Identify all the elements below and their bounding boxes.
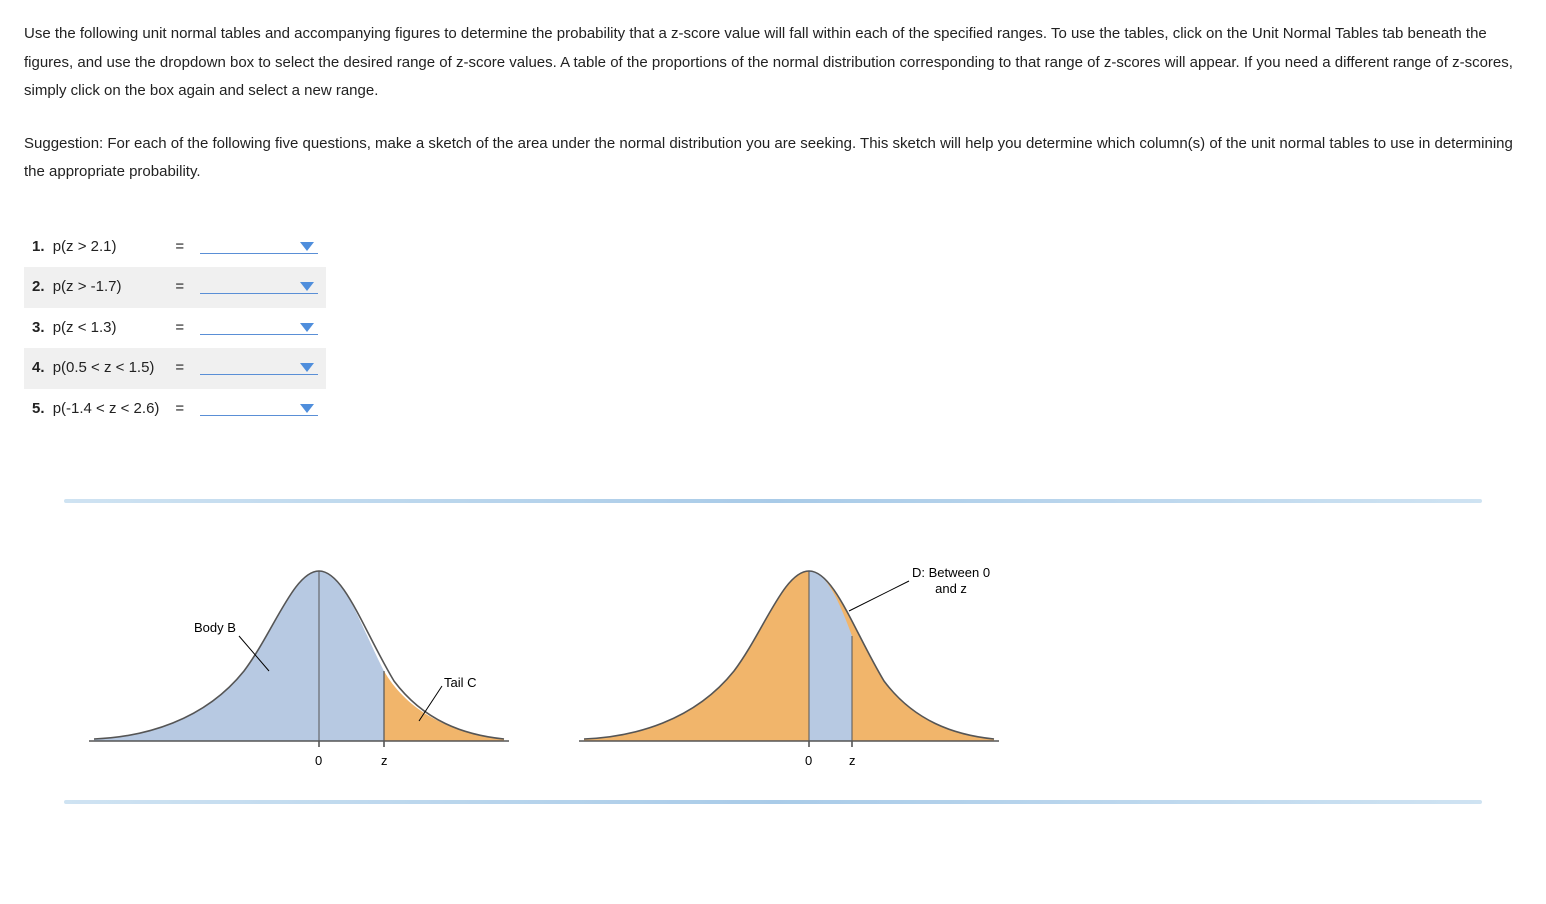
between-d-label-line2: and z — [912, 581, 990, 597]
figures-section: Body B Tail C 0 z — [24, 499, 1522, 804]
body-b-label: Body B — [194, 616, 236, 641]
answer-dropdown-2[interactable] — [200, 282, 318, 294]
between-d-label-line1: D: Between 0 — [912, 565, 990, 580]
question-expression: p(0.5 < z < 1.5) — [53, 359, 155, 376]
question-expression: p(-1.4 < z < 2.6) — [53, 400, 160, 417]
equals-sign: = — [167, 389, 192, 430]
question-row-5: 5. p(-1.4 < z < 2.6) = — [24, 389, 326, 430]
question-row-3: 3. p(z < 1.3) = — [24, 308, 326, 349]
intro-paragraph-2: Suggestion: For each of the following fi… — [24, 130, 1522, 187]
axis-zero-label: 0 — [315, 749, 322, 774]
chevron-down-icon — [300, 363, 314, 372]
equals-sign: = — [167, 308, 192, 349]
question-number: 2. — [32, 278, 49, 295]
question-row-1: 1. p(z > 2.1) = — [24, 227, 326, 268]
questions-table: 1. p(z > 2.1) = 2. p(z > -1.7) = 3. p(z … — [24, 227, 326, 430]
tail-c-label: Tail C — [444, 671, 477, 696]
question-number: 5. — [32, 400, 49, 417]
question-number: 3. — [32, 319, 49, 336]
question-number: 1. — [32, 238, 49, 255]
equals-sign: = — [167, 267, 192, 308]
normal-curve-figure-2 — [574, 521, 1004, 771]
question-expression: p(z > -1.7) — [53, 278, 122, 295]
chevron-down-icon — [300, 404, 314, 413]
question-expression: p(z < 1.3) — [53, 319, 117, 336]
normal-curve-figure-1 — [84, 521, 514, 771]
equals-sign: = — [167, 227, 192, 268]
chevron-down-icon — [300, 282, 314, 291]
chevron-down-icon — [300, 323, 314, 332]
figure-between: D: Between 0 and z 0 z — [574, 521, 1004, 782]
question-expression: p(z > 2.1) — [53, 238, 117, 255]
chevron-down-icon — [300, 242, 314, 251]
question-number: 4. — [32, 359, 49, 376]
answer-dropdown-3[interactable] — [200, 323, 318, 335]
answer-dropdown-5[interactable] — [200, 404, 318, 416]
question-row-4: 4. p(0.5 < z < 1.5) = — [24, 348, 326, 389]
instructions-block: Use the following unit normal tables and… — [24, 20, 1522, 187]
equals-sign: = — [167, 348, 192, 389]
figure-body-tail: Body B Tail C 0 z — [84, 521, 514, 782]
between-d-label: D: Between 0 and z — [912, 565, 990, 596]
axis-z-label: z — [381, 749, 388, 774]
intro-paragraph-1: Use the following unit normal tables and… — [24, 20, 1522, 106]
answer-dropdown-1[interactable] — [200, 242, 318, 254]
question-row-2: 2. p(z > -1.7) = — [24, 267, 326, 308]
answer-dropdown-4[interactable] — [200, 363, 318, 375]
divider-bottom — [64, 800, 1482, 804]
axis-z-label-2: z — [849, 749, 856, 774]
axis-zero-label-2: 0 — [805, 749, 812, 774]
